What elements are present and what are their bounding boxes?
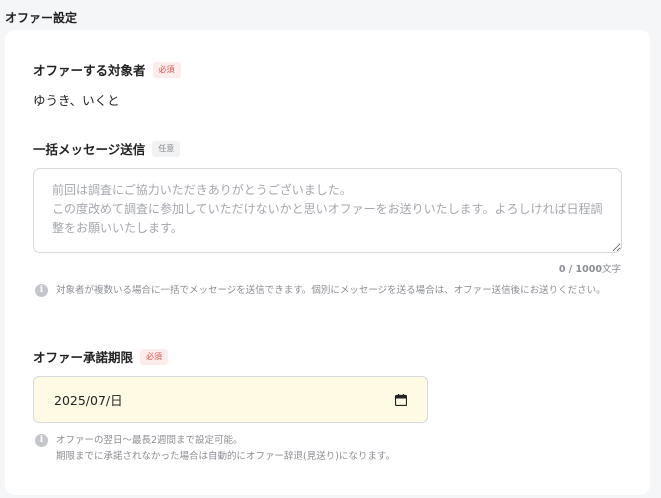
target-value: ゆうき、いくと	[33, 93, 120, 108]
info-icon: i	[35, 284, 48, 297]
required-badge: 必須	[152, 61, 181, 78]
message-label: 一括メッセージ送信	[33, 142, 146, 157]
message-note: i 対象者が複数いる場合に一括でメッセージを送信できます。個別にメッセージを送る…	[35, 283, 622, 299]
deadline-note: i オファーの翌日〜最長2週間まで設定可能。 期限までに承諾されなかった場合は自…	[35, 433, 622, 465]
char-count: 0 / 1000文字	[559, 261, 621, 275]
char-count-value: 0 / 1000	[558, 264, 602, 275]
optional-badge: 任意	[152, 140, 181, 157]
deadline-label: オファー承諾期限	[33, 350, 134, 365]
char-count-unit: 文字	[601, 264, 621, 275]
message-label-row: 一括メッセージ送信 任意	[33, 139, 181, 158]
required-badge: 必須	[140, 348, 169, 365]
deadline-note-line1: オファーの翌日〜最長2週間まで設定可能。	[56, 435, 243, 446]
calendar-icon[interactable]	[395, 393, 407, 406]
deadline-note-text: オファーの翌日〜最長2週間まで設定可能。 期限までに承諾されなかった場合は自動的…	[56, 433, 395, 465]
deadline-label-row: オファー承諾期限 必須	[33, 347, 169, 366]
target-label-row: オファーする対象者 必須	[33, 60, 181, 79]
offer-settings-card: オファーする対象者 必須 ゆうき、いくと 一括メッセージ送信 任意 0 / 10…	[5, 30, 650, 495]
target-label: オファーする対象者	[33, 63, 146, 78]
deadline-date-input[interactable]: 2025/07/日	[33, 376, 428, 423]
message-note-text: 対象者が複数いる場合に一括でメッセージを送信できます。個別にメッセージを送る場合…	[56, 285, 606, 296]
message-textarea[interactable]	[33, 168, 622, 253]
info-icon: i	[35, 434, 48, 447]
deadline-date-value[interactable]: 2025/07/日	[54, 390, 395, 409]
deadline-note-line2: 期限までに承諾されなかった場合は自動的にオファー辞退(見送り)になります。	[56, 451, 395, 462]
section-title: オファー設定	[5, 11, 78, 25]
